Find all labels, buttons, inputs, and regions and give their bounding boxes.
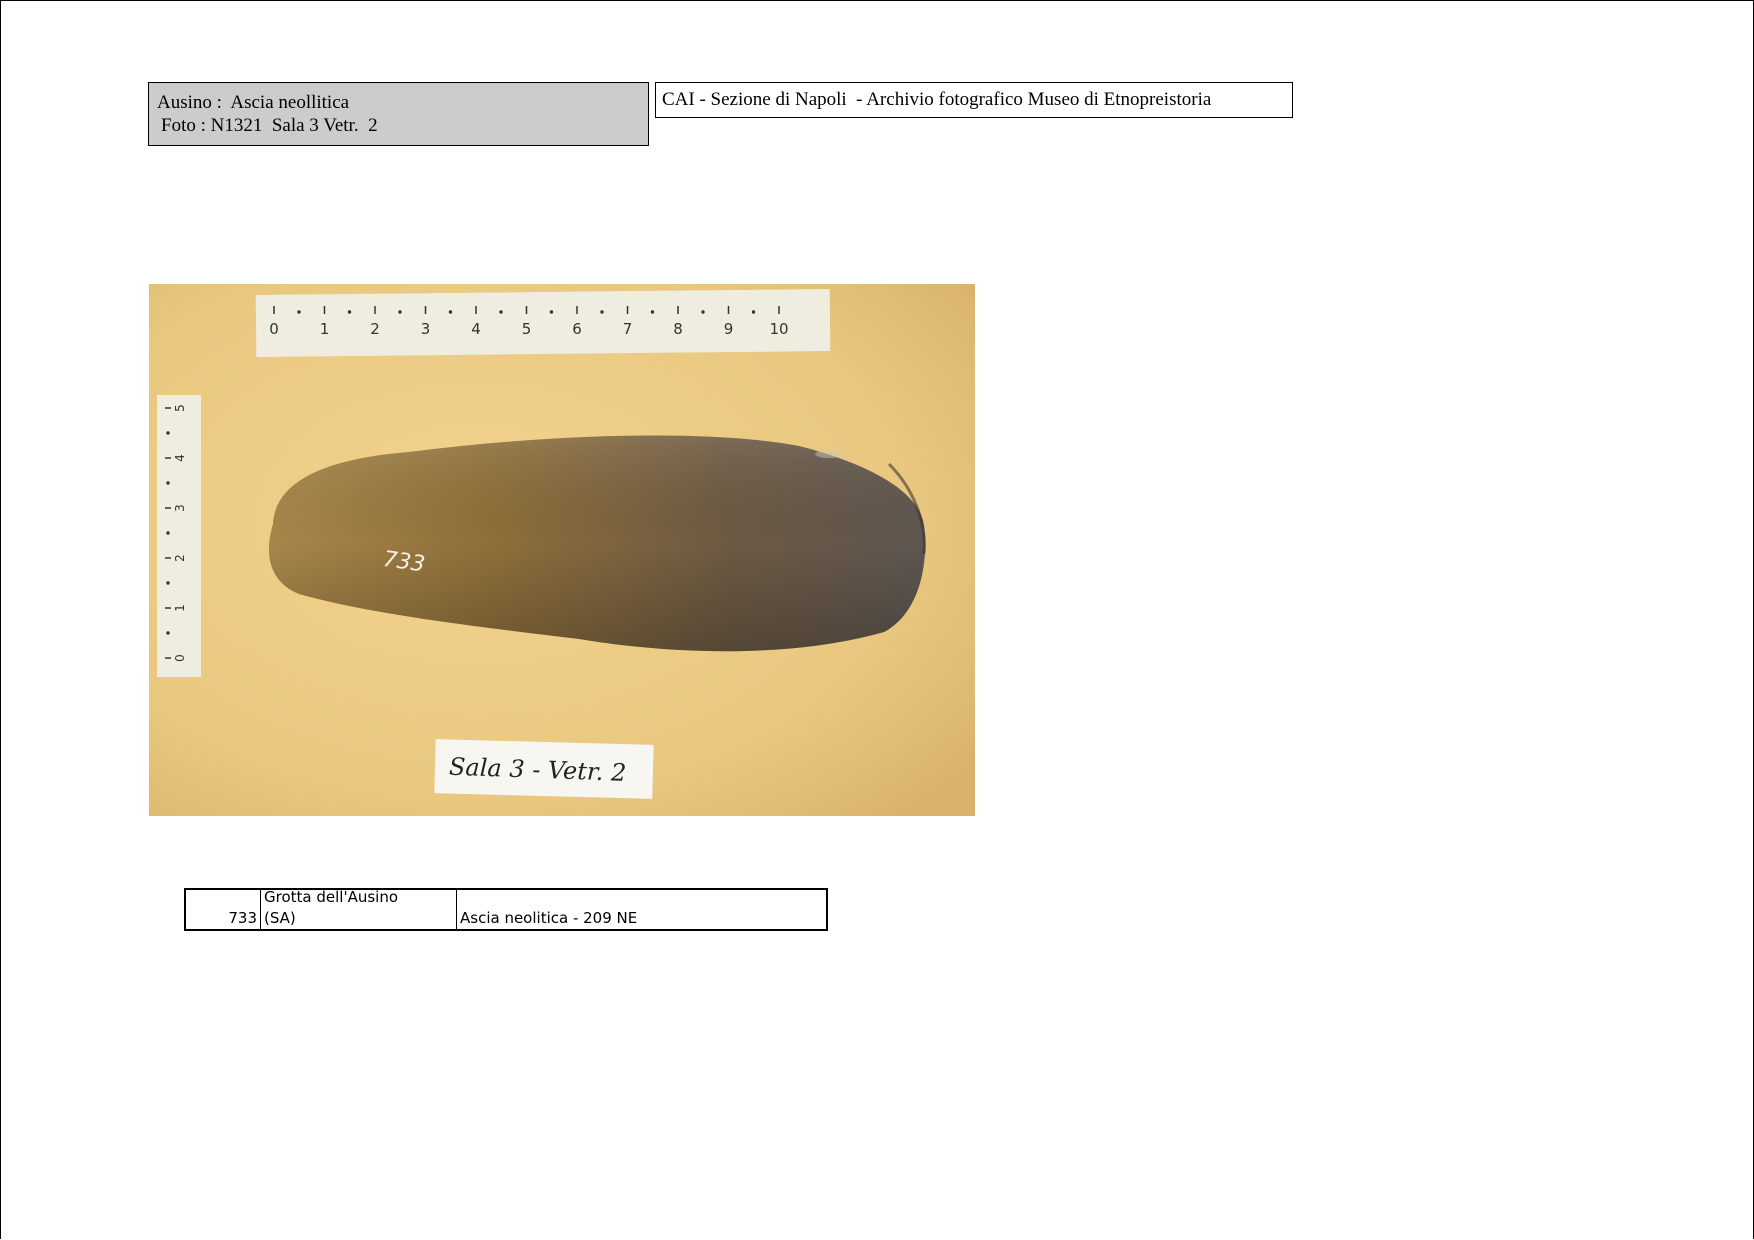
ruler-h-label: 4	[471, 320, 481, 338]
horizontal-ruler: 0 1 2 3 4 5 6 7 8 9 10	[255, 288, 831, 358]
ruler-h-halfmark	[297, 310, 301, 314]
ruler-v-label: 4	[173, 454, 187, 462]
room-card: Sala 3 - Vetr. 2	[434, 739, 654, 799]
label-title: Ausino : Ascia neollitica	[157, 92, 350, 113]
inventory-number: 733	[228, 909, 257, 927]
ruler-v-label: 0	[173, 654, 187, 662]
ruler-v-label: 3	[173, 504, 187, 512]
ruler-v-halfmark	[166, 431, 170, 435]
ruler-h-label: 1	[320, 320, 330, 338]
ruler-h-label: 5	[522, 320, 532, 338]
ruler-h-halfmark	[398, 310, 402, 314]
artifact-photo: 0 1 2 3 4 5 6 7 8 9 10 0 1 2 3 4 5 7 3 3 Sala 3 - Vetr. 2	[149, 284, 975, 816]
ruler-v-halfmark	[166, 631, 170, 635]
ruler-h-label: 10	[769, 320, 788, 338]
vertical-ruler: 0 1 2 3 4 5	[157, 395, 201, 677]
ruler-h-halfmark	[600, 310, 604, 314]
site-name: Grotta dell'Ausino (SA)	[264, 888, 399, 927]
photo-label-box: Ausino : Ascia neollitica Foto : N1321 S…	[148, 82, 649, 146]
site-cell: Grotta dell'Ausino (SA)	[261, 888, 457, 929]
ruler-h-halfmark	[701, 310, 705, 314]
description-cell: Ascia neolitica - 209 NE	[457, 890, 826, 929]
inventory-number-cell: 733	[186, 890, 261, 929]
ruler-h-halfmark	[549, 310, 554, 314]
catalog-table: 733 Grotta dell'Ausino (SA) Ascia neoliti…	[184, 888, 828, 931]
ruler-v-label: 5	[173, 404, 187, 412]
ruler-v-halfmark	[166, 581, 170, 585]
archive-title: CAI - Sezione di Napoli - Archivio fotog…	[655, 82, 1293, 118]
ruler-v-label: 2	[173, 554, 187, 562]
ruler-v-label: 1	[173, 604, 187, 612]
label-photo-ref: Foto : N1321 Sala 3 Vetr. 2	[161, 115, 378, 136]
ruler-h-label: 8	[673, 320, 683, 338]
ruler-v-halfmark	[166, 481, 170, 485]
ruler-h-label: 6	[572, 320, 582, 338]
ruler-h-halfmark	[499, 310, 503, 314]
ruler-h-label: 9	[724, 320, 734, 338]
ruler-h-halfmark	[347, 310, 352, 314]
artifact-description: Ascia neolitica - 209 NE	[460, 909, 638, 927]
ruler-h-label: 7	[623, 320, 633, 338]
ruler-h-label: 0	[269, 320, 279, 338]
ruler-h-halfmark	[448, 310, 453, 314]
ruler-v-halfmark	[166, 531, 170, 535]
ruler-h-label: 3	[421, 320, 431, 338]
ruler-h-halfmark	[650, 310, 655, 314]
ruler-h-label: 2	[370, 320, 380, 338]
ruler-h-halfmark	[751, 310, 756, 314]
